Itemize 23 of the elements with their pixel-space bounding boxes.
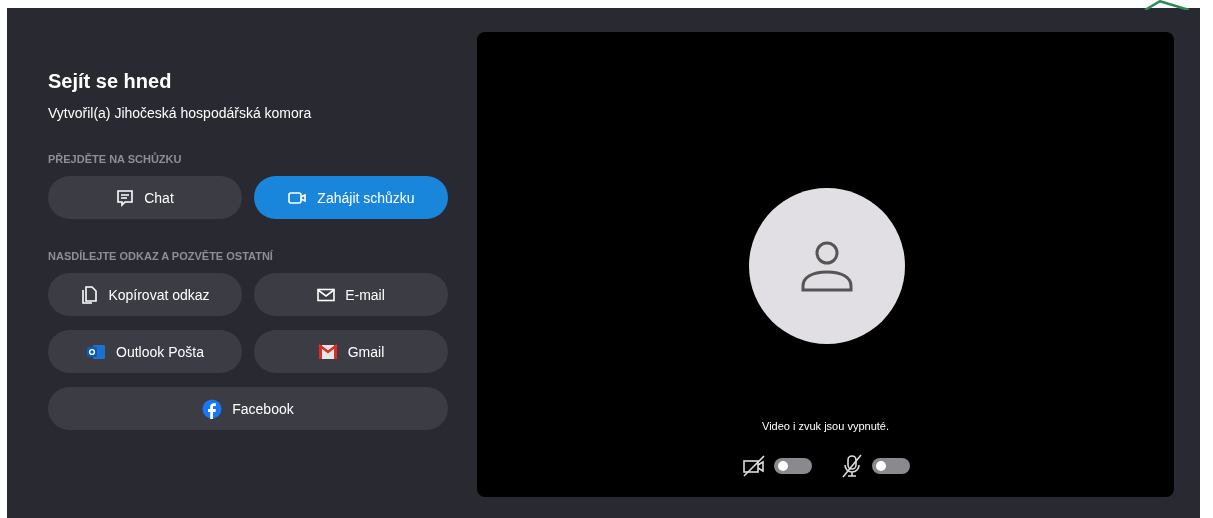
action-button[interactable]: E-mail [254,273,448,316]
action-button[interactable]: Outlook Pošta [48,330,242,373]
outlook-icon [86,342,107,361]
action-button[interactable]: Gmail [254,330,448,373]
status-text: Video i zvuk jsou vypnuté. [762,419,889,433]
section-heading: PŘEJDĚTE NA SCHŮZKU [48,152,183,166]
chat-icon [116,188,135,207]
microphone-off-icon [839,454,864,478]
action-button[interactable]: Facebook [48,387,448,430]
outline-drawing [1144,0,1190,10]
toggle-switch[interactable] [871,458,910,474]
facebook-icon [202,398,223,419]
meeting-title: Sejít se hned [48,69,173,93]
gmail-icon [317,343,338,360]
action-button[interactable]: Zahájit schůzku [254,176,448,219]
creator-text: Vytvořil(a) Jihočeská hospodářská komora [48,104,313,122]
action-button[interactable]: Chat [48,176,242,219]
action-button[interactable]: Kopírovat odkaz [48,273,242,316]
toggle-switch[interactable] [773,458,812,474]
section-heading: NASDÍLEJTE ODKAZ A POZVĚTE OSTATNÍ [48,249,274,263]
copy-icon [80,284,99,305]
mail-icon [317,287,336,302]
camera-off-icon [741,455,766,477]
